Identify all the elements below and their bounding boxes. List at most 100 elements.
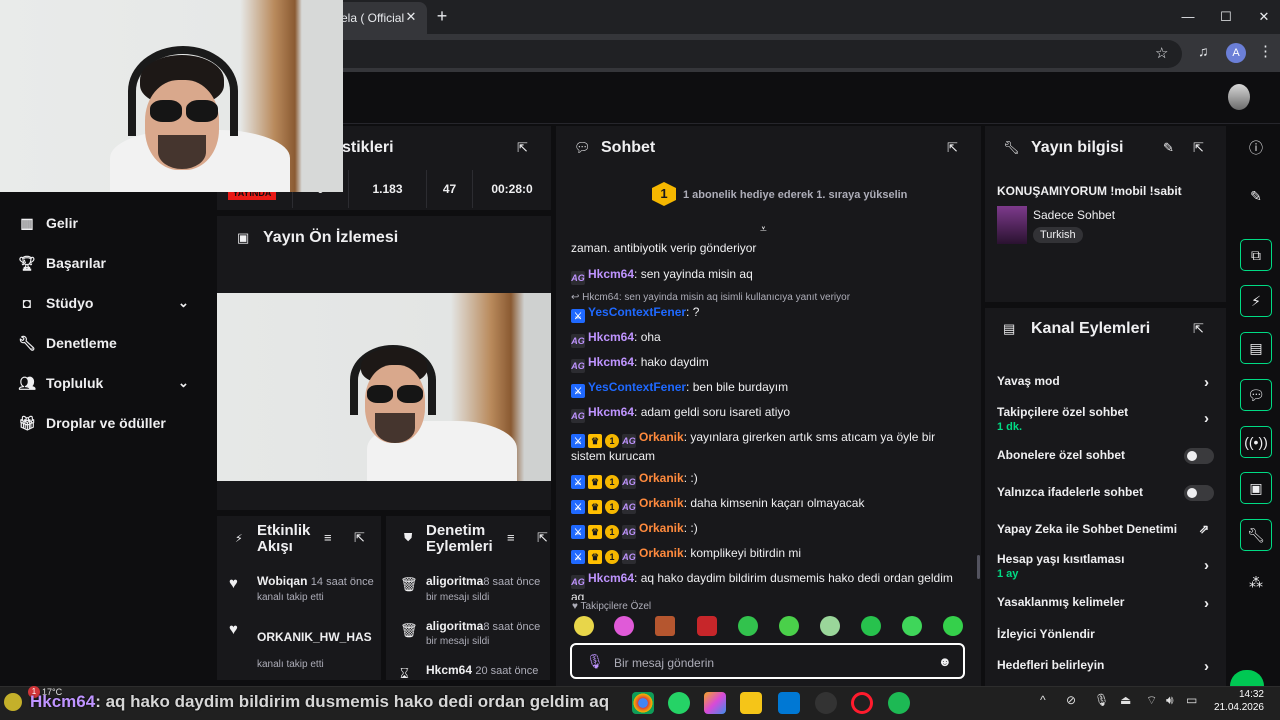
window-close-icon[interactable]: ✕ (1250, 6, 1278, 28)
chat-username[interactable]: Orkanik (639, 430, 684, 444)
popout-icon[interactable]: ⇱ (1193, 140, 1204, 156)
chrome-icon[interactable] (632, 692, 654, 714)
chat-username[interactable]: Hkcm64 (588, 405, 634, 419)
new-tab-button[interactable]: + (432, 7, 452, 27)
sidebar-item-studyo[interactable]: ◘ Stüdyo ⌄ (18, 292, 189, 314)
chat-username[interactable]: Orkanik (639, 546, 684, 560)
chat-username[interactable]: Orkanik (639, 471, 684, 485)
emote-icon[interactable] (738, 616, 758, 636)
category-name[interactable]: Sadece Sohbet (1033, 208, 1115, 222)
media-control-icon[interactable]: ♫ (1198, 43, 1209, 59)
shapes-icon[interactable]: ⁂ (1240, 566, 1272, 598)
battery-icon[interactable]: ▭ (1186, 693, 1197, 707)
usb-icon[interactable]: ⏏ (1120, 693, 1131, 707)
emote-icon[interactable] (574, 616, 594, 636)
emote-icon[interactable] (614, 616, 634, 636)
emote-icon[interactable] (697, 616, 717, 636)
chat-username[interactable]: Hkcm64 (588, 571, 634, 585)
chat-message[interactable]: AG Hkcm64: adam geldi soru isareti atiyo (571, 404, 963, 423)
chat-message[interactable]: AG Hkcm64: oha (571, 329, 963, 348)
popout-icon[interactable]: ⇱ (947, 140, 958, 156)
address-bar[interactable] (330, 40, 1182, 68)
chat-username[interactable]: Orkanik (639, 521, 684, 535)
action-subscribers-only[interactable]: Abonelere özel sohbet (997, 448, 1215, 462)
bolt-icon[interactable]: ⚡︎ (1240, 285, 1272, 317)
copilot-icon[interactable] (704, 692, 726, 714)
action-followers-only[interactable]: Takipçilere özel sohbet 1 dk. › (997, 405, 1215, 433)
chat-message[interactable]: ⚔ YesContextFener: ? (571, 304, 963, 323)
mod-action-item[interactable]: Hkcm64 20 saat önce (426, 663, 538, 677)
chat-bubble-icon[interactable]: 💬︎ (1240, 379, 1272, 411)
chat-message[interactable]: AG Hkcm64: aq hako daydim bildirim dusmem… (571, 570, 963, 600)
action-blocked-terms[interactable]: Yasaklanmış kelimeler › (997, 595, 1215, 612)
chat-username[interactable]: YesContextFener (588, 305, 686, 319)
chat-message[interactable]: ⚔ ♛ 1 AG Orkanik: :) (571, 470, 963, 489)
tag-chip[interactable]: Turkish (1033, 227, 1083, 243)
obs-icon[interactable] (815, 692, 837, 714)
clock[interactable]: 14:32 21.04.2026 (1212, 688, 1264, 714)
wrench-icon[interactable]: 🔧︎ (1240, 519, 1272, 551)
chat-username[interactable]: Hkcm64 (588, 267, 634, 281)
action-raid[interactable]: İzleyici Yönlendir (997, 627, 1215, 641)
chat-username[interactable]: Hkcm64 (588, 330, 634, 344)
filter-icon[interactable]: ≡ (324, 530, 332, 545)
note-icon[interactable]: ▤ (1240, 332, 1272, 364)
emote-icon[interactable] (820, 616, 840, 636)
emote-icon[interactable] (655, 616, 675, 636)
volume-icon[interactable]: 🔊︎ (1166, 693, 1174, 708)
stream-preview-video[interactable] (217, 293, 551, 481)
layout-icon[interactable]: ▣ (1240, 472, 1272, 504)
emote-icon[interactable] (943, 616, 963, 636)
weather-icon[interactable] (4, 693, 22, 711)
popout-icon[interactable]: ⇱ (1193, 321, 1204, 337)
emote-icon[interactable] (861, 616, 881, 636)
popout-icon[interactable]: ⇱ (517, 140, 528, 156)
sidebar-item-denetleme[interactable]: 🔧︎ Denetleme (18, 332, 117, 354)
chat-message[interactable]: ⚔ ♛ 1 AG Orkanik: komplikeyi bitirdin mi (571, 545, 963, 564)
whatsapp-icon[interactable] (668, 692, 690, 714)
chat-message[interactable]: AG Hkcm64: sen yayinda misin aq (571, 266, 963, 285)
sidebar-item-basarilar[interactable]: 🏆︎ Başarılar (18, 252, 106, 274)
no-sync-icon[interactable]: ⊘ (1066, 693, 1076, 707)
chat-username[interactable]: Hkcm64 (588, 355, 634, 369)
emote-picker-icon[interactable]: ☻ (938, 654, 952, 669)
folder-icon[interactable] (740, 692, 762, 714)
profile-avatar[interactable]: A (1226, 43, 1246, 63)
mic-icon[interactable]: 🎙︎ (1094, 693, 1109, 707)
clip-icon[interactable]: ⧉ (1240, 239, 1272, 271)
chevron-up-icon[interactable]: ^ (1040, 693, 1046, 707)
chat-messages[interactable]: zaman. antibiyotik verip gönderiyor AG Hk… (556, 226, 981, 600)
filter-icon[interactable]: ≡ (507, 530, 515, 545)
action-goals[interactable]: Hedefleri belirleyin › (997, 658, 1215, 675)
chat-message[interactable]: ⚔ ♛ 1 AG Orkanik: :) (571, 520, 963, 539)
sidebar-item-topluluk[interactable]: 👥︎ Topluluk ⌄ (18, 372, 189, 394)
edit-icon[interactable]: ✎ (1163, 140, 1174, 156)
action-account-age[interactable]: Hesap yaşı kısıtlaması 1 ay › (997, 552, 1215, 580)
chat-username[interactable]: Orkanik (639, 496, 684, 510)
minimize-icon[interactable]: — (1174, 6, 1202, 28)
mod-action-item[interactable]: aligoritma8 saat önce (426, 619, 540, 633)
user-avatar[interactable] (1228, 84, 1250, 110)
chat-message[interactable]: ⚔ YesContextFener: ben bile burdayım (571, 379, 963, 398)
chat-message[interactable]: AG Hkcm64: hako daydim (571, 354, 963, 373)
chat-username[interactable]: YesContextFener (588, 380, 686, 394)
edit-icon[interactable]: ✎ (1240, 180, 1272, 212)
mod-action-item[interactable]: aligoritma8 saat önce (426, 574, 540, 588)
wifi-icon[interactable]: ⌔ (1146, 693, 1157, 708)
chat-scrollbar[interactable] (977, 555, 980, 579)
popout-icon[interactable]: ⇱ (354, 530, 365, 546)
chat-input[interactable]: 🎙︎ Bir mesaj gönderin ☻ (570, 643, 965, 679)
action-slow-mode[interactable]: Yavaş mod › (997, 374, 1215, 391)
bookmark-star-icon[interactable]: ☆ (1155, 44, 1168, 62)
browser-menu-icon[interactable]: ⋮ (1258, 42, 1273, 60)
opera-icon[interactable] (851, 692, 873, 714)
action-emote-only[interactable]: Yalnızca ifadelerle sohbet (997, 485, 1215, 499)
mic-icon[interactable]: 🎙︎ (586, 653, 604, 670)
broadcast-icon[interactable]: ((•)) (1240, 426, 1272, 458)
hype-banner[interactable]: 1 1 abonelik hediye ederek 1. sıraya yük… (556, 174, 981, 218)
emote-icon[interactable] (779, 616, 799, 636)
spotify-icon[interactable] (888, 692, 910, 714)
sidebar-item-droplar[interactable]: 🎁︎ Droplar ve ödüller (18, 412, 166, 434)
event-item[interactable]: ORKANIK_HW_HAS (257, 630, 377, 644)
maximize-icon[interactable]: ☐ (1212, 6, 1240, 28)
